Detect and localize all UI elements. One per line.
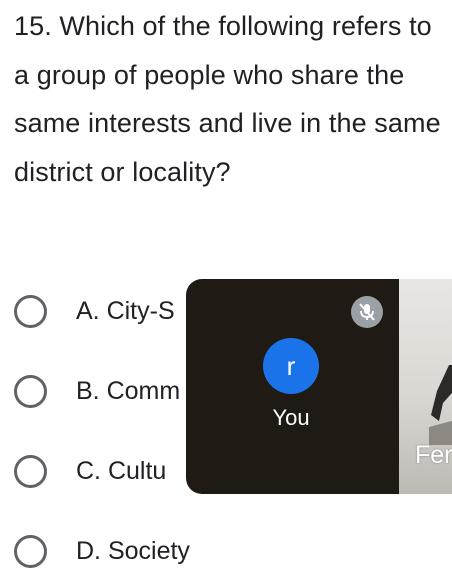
option-c-label: C. Cultu [76,456,167,485]
participant-name-label: Fer [415,441,452,469]
option-b-label: B. Comm [76,376,181,405]
self-name-label: You [272,405,310,430]
radio-button-a[interactable] [14,294,47,328]
option-d[interactable]: D. Society [14,529,434,573]
question-text: 15. Which of the following refers to a g… [14,11,441,187]
radio-button-d[interactable] [14,534,47,568]
radio-button-c[interactable] [14,454,47,488]
meeting-pip-overlay[interactable]: r You Fer [186,279,452,494]
participant-video-tile[interactable]: Fer [399,279,452,494]
radio-button-b[interactable] [14,374,47,408]
participant-video-frame [429,365,452,445]
option-a-label: A. City-S [76,296,175,325]
self-video-tile[interactable]: r You [186,279,399,494]
avatar: r [263,338,319,394]
mic-off-icon [351,296,383,328]
option-d-label: D. Society [76,536,190,565]
